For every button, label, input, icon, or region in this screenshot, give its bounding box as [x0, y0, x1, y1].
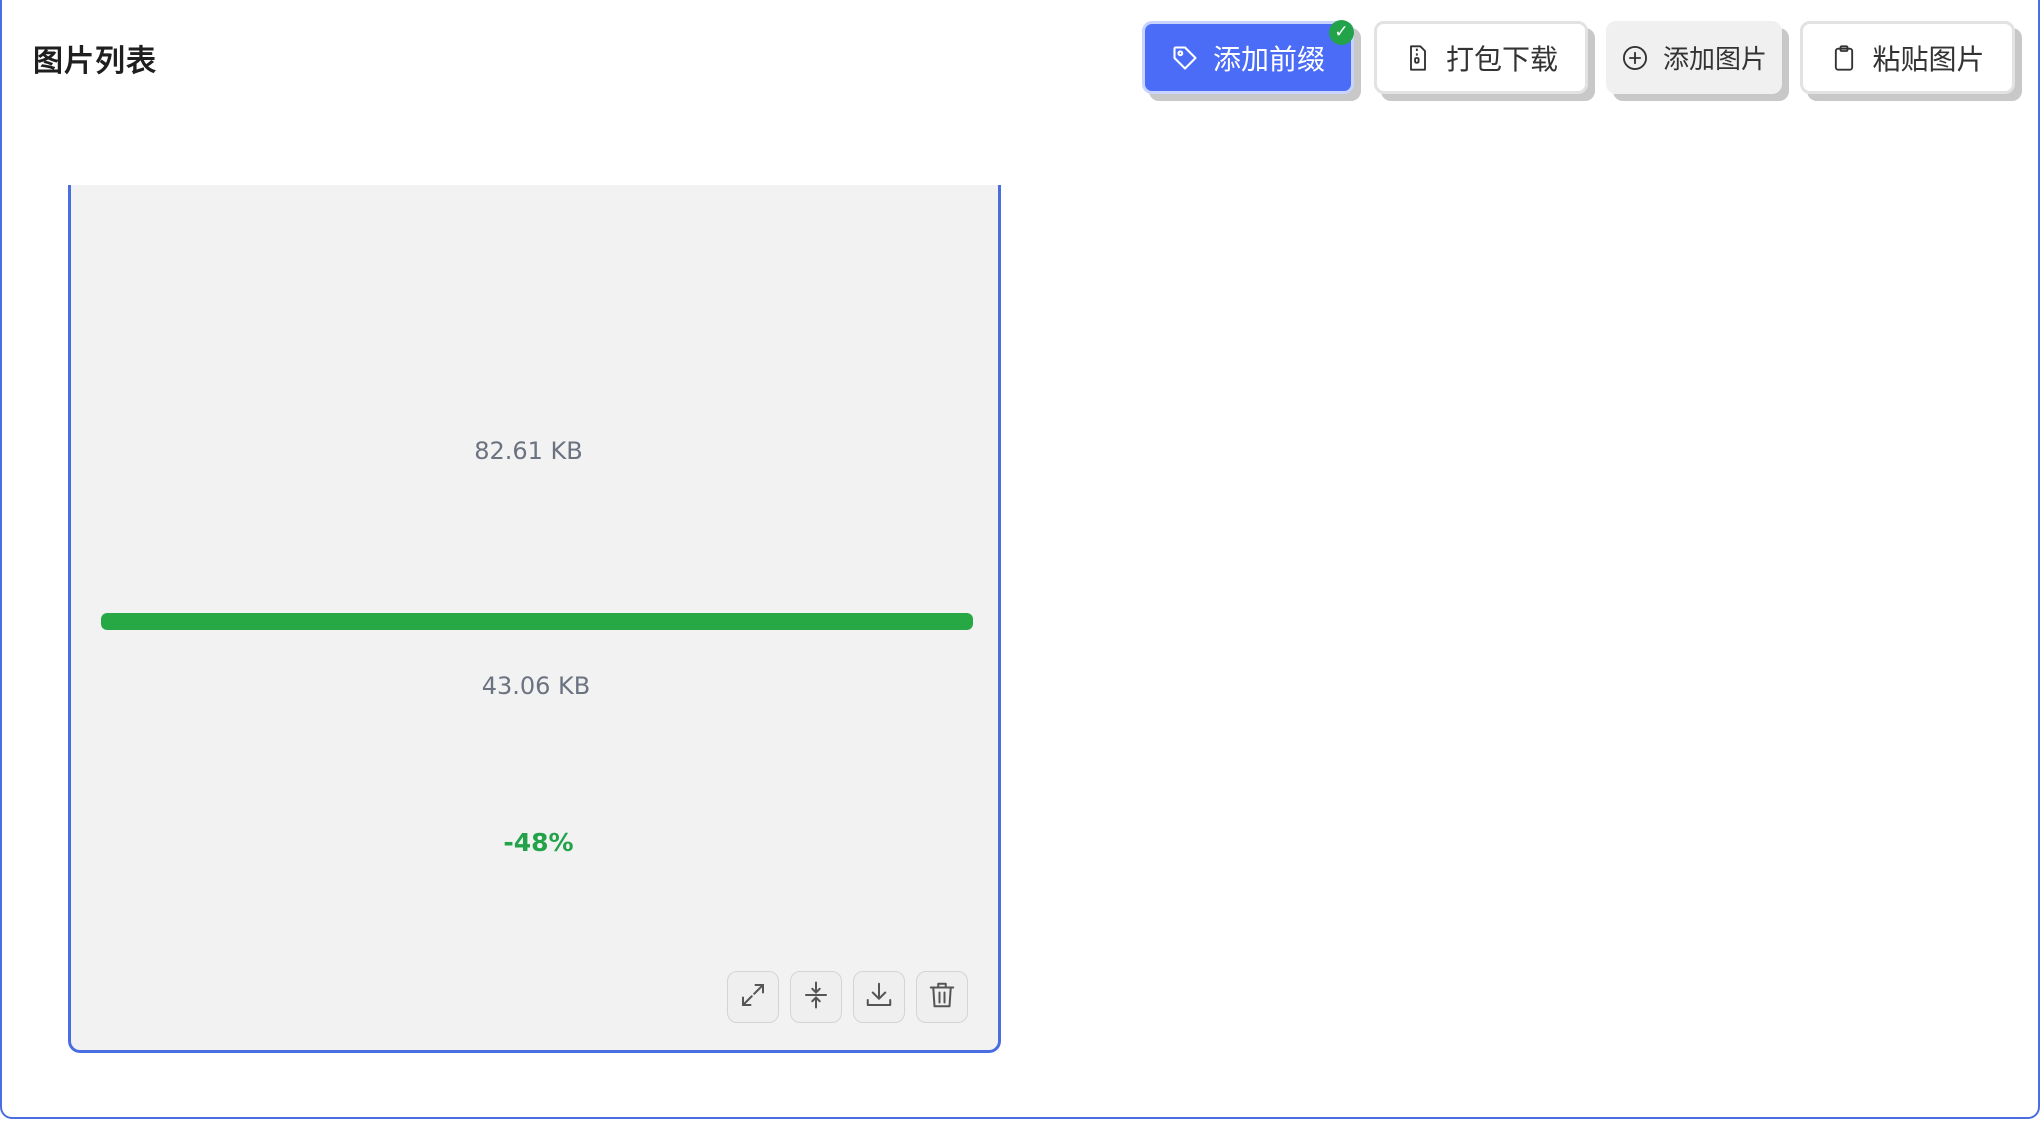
paste-image-label: 粘贴图片	[1872, 42, 1985, 76]
plus-circle-icon	[1621, 44, 1649, 72]
add-prefix-label: 添加前缀	[1212, 42, 1325, 76]
compression-progress-bar	[101, 613, 973, 630]
image-list-panel: 图片列表 添加前缀 ✓ 打包下载 添加图片 粘贴图片 82.61 KB 43.0…	[0, 0, 2040, 1119]
zip-download-label: 打包下载	[1445, 42, 1558, 76]
compress-button[interactable]	[790, 971, 842, 1023]
compressed-size: 43.06 KB	[481, 672, 591, 700]
compress-icon	[801, 980, 831, 1014]
download-button[interactable]	[853, 971, 905, 1023]
add-image-button[interactable]: 添加图片	[1606, 21, 1782, 94]
progress-fill	[101, 613, 973, 630]
download-icon	[864, 980, 894, 1014]
tag-icon	[1171, 44, 1199, 72]
card-actions	[727, 971, 968, 1023]
reduction-percent: -48%	[503, 828, 574, 857]
checked-icon: ✓	[1329, 20, 1354, 45]
clipboard-icon	[1830, 44, 1858, 72]
original-size: 82.61 KB	[474, 437, 583, 465]
add-image-label: 添加图片	[1662, 45, 1767, 75]
image-card: 82.61 KB 43.06 KB -48%	[68, 185, 1001, 1053]
zip-download-button[interactable]: 打包下载	[1374, 21, 1588, 94]
trash-icon	[927, 980, 957, 1014]
add-prefix-button[interactable]: 添加前缀 ✓	[1142, 20, 1354, 94]
paste-image-button[interactable]: 粘贴图片	[1800, 21, 2015, 94]
expand-icon	[738, 980, 768, 1014]
expand-button[interactable]	[727, 971, 779, 1023]
delete-button[interactable]	[916, 971, 968, 1023]
zip-file-icon	[1404, 44, 1432, 72]
page-title: 图片列表	[33, 44, 157, 79]
